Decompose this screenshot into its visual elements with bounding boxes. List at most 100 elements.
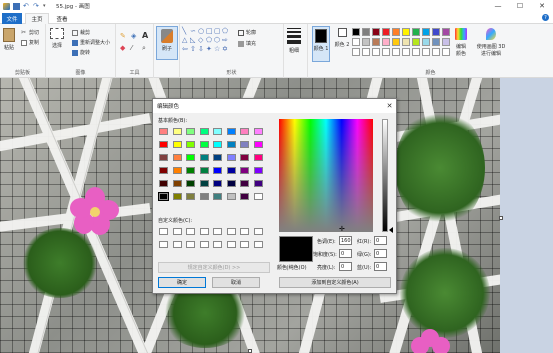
canvas-resize-handle-bottom[interactable]	[248, 349, 252, 353]
palette-color-swatch[interactable]	[352, 28, 360, 36]
undo-icon[interactable]: ↶	[23, 2, 30, 10]
custom-color-swatch[interactable]	[240, 241, 249, 248]
redo-icon[interactable]: ↷	[33, 2, 40, 10]
close-button[interactable]: ✕	[531, 0, 553, 12]
palette-color-swatch[interactable]	[372, 28, 380, 36]
basic-color-swatch[interactable]	[172, 167, 182, 174]
basic-color-swatch[interactable]	[240, 141, 249, 148]
edit-colors-button[interactable]: 编辑颜色	[452, 28, 470, 57]
color-picker-icon[interactable]: ⁄	[131, 44, 132, 52]
luminance-input[interactable]: 0	[339, 262, 352, 271]
diamond-shape-icon[interactable]: ◇	[198, 37, 203, 44]
oval-shape-icon[interactable]: ○	[198, 28, 204, 35]
basic-color-swatch[interactable]	[253, 154, 263, 161]
basic-color-swatch[interactable]	[253, 128, 263, 135]
color2-button[interactable]: 颜色 2	[334, 28, 350, 48]
palette-color-swatch[interactable]	[402, 28, 410, 36]
ok-button[interactable]: 确定	[158, 277, 206, 288]
custom-color-swatch[interactable]	[253, 228, 263, 235]
basic-color-swatch[interactable]	[199, 154, 209, 161]
basic-color-swatch[interactable]	[226, 167, 236, 174]
palette-color-swatch[interactable]	[382, 48, 390, 56]
palette-color-swatch[interactable]	[422, 38, 430, 46]
palette-color-swatch[interactable]	[392, 48, 400, 56]
basic-color-swatch[interactable]	[240, 193, 249, 200]
text-icon[interactable]: A	[142, 31, 148, 40]
canvas-resize-handle-right[interactable]	[499, 216, 503, 220]
fill-bucket-icon[interactable]: ◈	[131, 32, 136, 40]
basic-color-swatch[interactable]	[213, 167, 222, 174]
star4-shape-icon[interactable]: ✦	[206, 46, 212, 53]
curve-shape-icon[interactable]: ∽	[190, 28, 196, 35]
dialog-close-button[interactable]: ✕	[384, 100, 395, 111]
cancel-button[interactable]: 取消	[212, 277, 260, 288]
palette-color-swatch[interactable]	[432, 38, 440, 46]
palette-color-swatch[interactable]	[382, 38, 390, 46]
tab-file[interactable]: 文件	[2, 13, 22, 24]
basic-color-swatch[interactable]	[213, 128, 222, 135]
palette-color-swatch[interactable]	[422, 28, 430, 36]
basic-color-swatch[interactable]	[158, 192, 169, 201]
rect-shape-icon[interactable]: □	[206, 28, 213, 35]
custom-color-swatch[interactable]	[159, 228, 168, 235]
basic-color-swatch[interactable]	[199, 167, 209, 174]
basic-color-swatch[interactable]	[159, 167, 168, 174]
triangle-shape-icon[interactable]: △	[182, 37, 187, 44]
basic-color-swatch[interactable]	[159, 180, 168, 187]
shape-fill-button[interactable]: 填充	[238, 40, 256, 47]
custom-color-swatch[interactable]	[172, 228, 182, 235]
basic-color-swatch[interactable]	[253, 141, 263, 148]
define-custom-colors-button[interactable]: 规定自定义颜色(D) >>	[158, 262, 270, 273]
basic-color-swatch[interactable]	[226, 193, 236, 200]
custom-color-swatch[interactable]	[253, 241, 263, 248]
palette-color-swatch[interactable]	[442, 38, 450, 46]
basic-color-swatch[interactable]	[186, 141, 195, 148]
color-spectrum-picker[interactable]	[279, 119, 373, 232]
resize-button[interactable]: 重新调整大小	[72, 39, 110, 46]
custom-color-swatch[interactable]	[186, 241, 195, 248]
custom-color-swatch[interactable]	[172, 241, 182, 248]
crop-button[interactable]: 裁剪	[72, 29, 90, 36]
rounded-rect-shape-icon[interactable]: ▢	[214, 28, 221, 35]
size-button[interactable]: 粗细	[287, 28, 301, 54]
basic-color-swatch[interactable]	[172, 141, 182, 148]
basic-color-swatch[interactable]	[213, 141, 222, 148]
basic-color-swatch[interactable]	[213, 180, 222, 187]
paste-button[interactable]: 粘贴	[3, 28, 15, 51]
custom-color-swatch[interactable]	[199, 241, 209, 248]
basic-color-swatch[interactable]	[240, 167, 249, 174]
copy-button[interactable]: 复制	[21, 39, 39, 46]
blue-input[interactable]: 0	[374, 262, 387, 271]
magnifier-icon[interactable]: ⌕	[142, 44, 146, 53]
custom-color-swatch[interactable]	[226, 241, 236, 248]
luminance-arrow-icon[interactable]	[389, 227, 393, 233]
hue-input[interactable]: 160	[339, 236, 352, 245]
hexagon-shape-icon[interactable]: ⬡	[214, 37, 220, 44]
tab-view[interactable]: 查看	[52, 13, 72, 24]
basic-color-swatch[interactable]	[199, 128, 209, 135]
basic-color-swatch[interactable]	[186, 180, 195, 187]
palette-color-swatch[interactable]	[402, 48, 410, 56]
palette-color-swatch[interactable]	[362, 48, 370, 56]
palette-color-swatch[interactable]	[442, 28, 450, 36]
basic-color-swatch[interactable]	[159, 154, 168, 161]
cut-button[interactable]: ✂ 剪切	[21, 29, 39, 36]
saturation-input[interactable]: 0	[339, 249, 352, 258]
custom-color-swatch[interactable]	[213, 241, 222, 248]
basic-color-swatch[interactable]	[159, 128, 168, 135]
palette-color-swatch[interactable]	[362, 38, 370, 46]
star5-shape-icon[interactable]: ☆	[214, 46, 220, 53]
basic-color-swatch[interactable]	[186, 154, 195, 161]
basic-color-swatch[interactable]	[199, 193, 209, 200]
arrow-left-shape-icon[interactable]: ⇦	[182, 46, 188, 53]
custom-color-swatch[interactable]	[199, 228, 209, 235]
select-button[interactable]: 选择	[50, 28, 64, 49]
palette-color-swatch[interactable]	[432, 48, 440, 56]
palette-color-swatch[interactable]	[392, 28, 400, 36]
custom-color-swatch[interactable]	[159, 241, 168, 248]
basic-color-swatch[interactable]	[226, 154, 236, 161]
basic-color-swatch[interactable]	[199, 141, 209, 148]
basic-color-swatch[interactable]	[253, 193, 263, 200]
paint3d-button[interactable]: 使用画图 3D 进行编辑	[476, 28, 506, 57]
arrow-right-shape-icon[interactable]: ⇨	[222, 37, 228, 44]
